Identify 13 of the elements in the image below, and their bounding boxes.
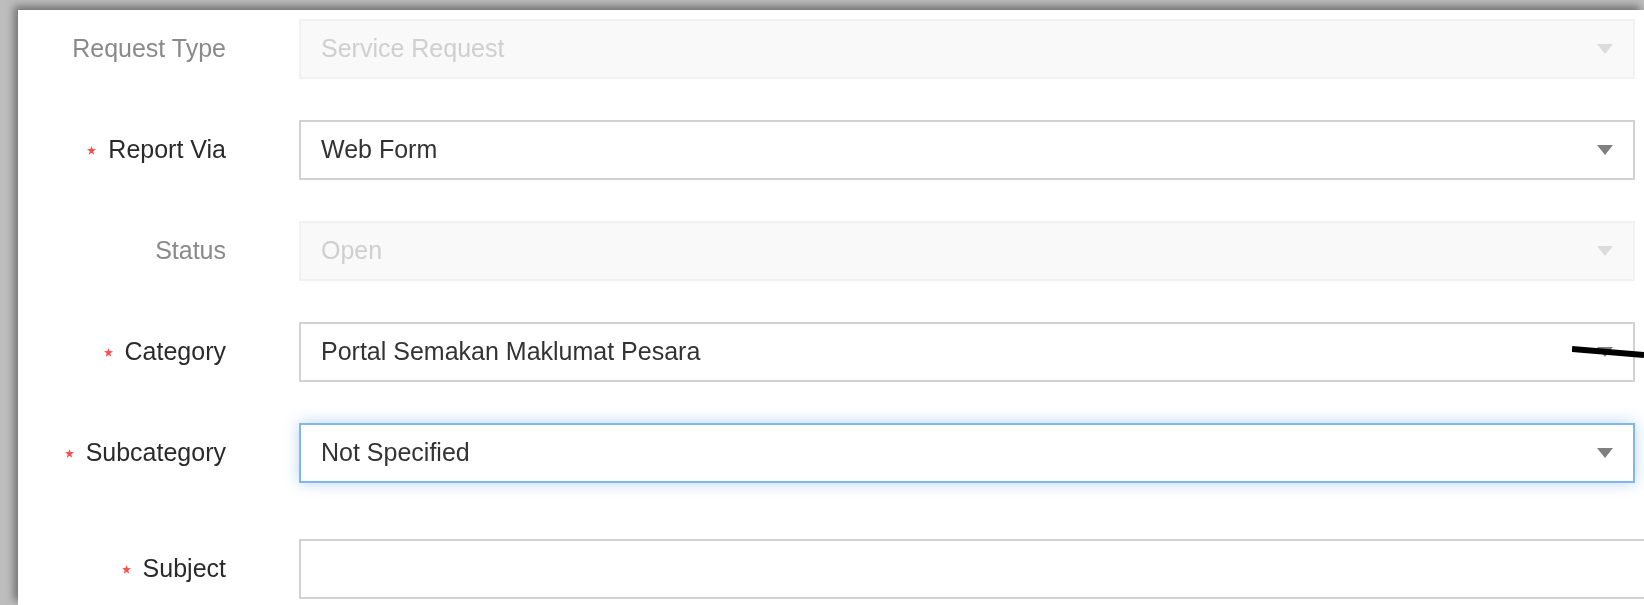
dropdown-field[interactable]: Not Specified: [299, 423, 1635, 483]
field-label: Subject: [142, 553, 226, 585]
field-label: Status: [155, 235, 226, 267]
dropdown-caret-icon: [1597, 44, 1613, 54]
field-label: Subcategory: [85, 437, 226, 469]
dropdown-caret-icon: [1597, 448, 1613, 458]
dropdown-caret-icon: [1597, 246, 1613, 256]
dropdown-caret-icon: [1597, 145, 1613, 155]
field-label: Report Via: [108, 134, 226, 166]
field-label: Category: [124, 336, 226, 368]
text-input-field[interactable]: [299, 539, 1644, 599]
field-label: Request Type: [72, 33, 226, 65]
dropdown-field[interactable]: Web Form: [299, 120, 1635, 180]
